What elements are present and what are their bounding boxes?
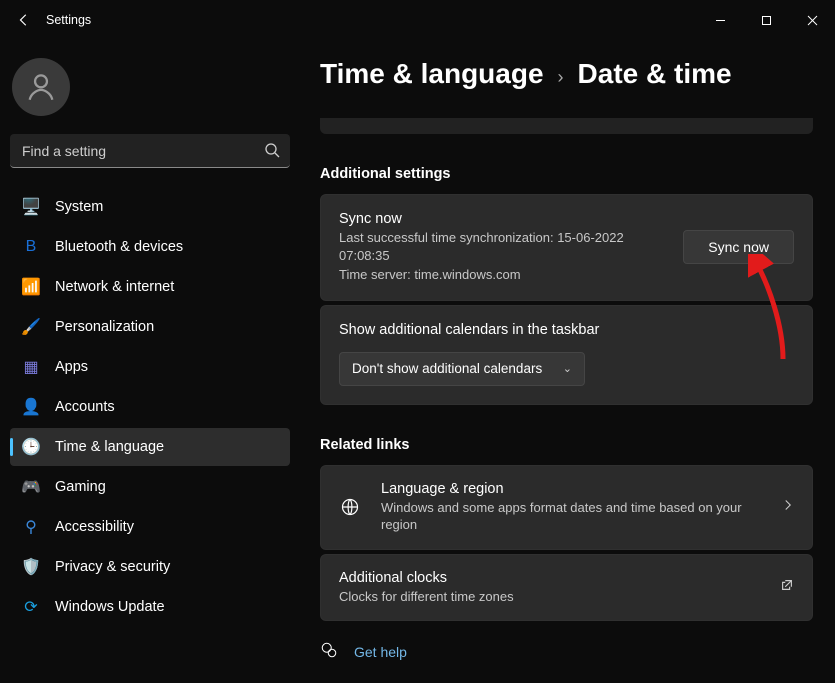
additional-clocks-title: Additional clocks xyxy=(339,570,760,586)
sidebar-item-apps[interactable]: ▦ Apps xyxy=(10,348,290,386)
main-content: Time & language › Date & time Additional… xyxy=(300,40,835,683)
calendars-card: Show additional calendars in the taskbar… xyxy=(320,305,813,405)
nav-list: 🖥️ System B Bluetooth & devices 📶 Network & i… xyxy=(10,188,290,628)
accounts-icon: 👤 xyxy=(22,398,40,416)
calendars-select-value: Don't show additional calendars xyxy=(352,361,542,376)
sidebar-item-label: Accessibility xyxy=(55,519,134,535)
sidebar-item-personalization[interactable]: 🖌️ Personalization xyxy=(10,308,290,346)
sidebar-item-time-language[interactable]: 🕒 Time & language xyxy=(10,428,290,466)
chevron-right-icon xyxy=(782,498,794,516)
breadcrumb: Time & language › Date & time xyxy=(320,58,813,90)
sidebar: 🖥️ System B Bluetooth & devices 📶 Network & i… xyxy=(0,40,300,683)
globe-icon xyxy=(339,496,361,518)
search-container xyxy=(10,134,290,168)
accessibility-icon: ⚲ xyxy=(22,518,40,536)
additional-clocks-sub: Clocks for different time zones xyxy=(339,588,760,606)
system-icon: 🖥️ xyxy=(22,198,40,216)
help-icon xyxy=(320,641,338,662)
language-region-sub: Windows and some apps format dates and t… xyxy=(381,499,762,534)
back-button[interactable] xyxy=(10,6,38,34)
sidebar-item-label: Windows Update xyxy=(55,599,165,615)
privacy-security-icon: 🛡️ xyxy=(22,558,40,576)
additional-clocks-link[interactable]: Additional clocks Clocks for different t… xyxy=(320,554,813,622)
language-region-link[interactable]: Language & region Windows and some apps … xyxy=(320,465,813,550)
sidebar-item-label: Network & internet xyxy=(55,279,174,295)
sidebar-item-label: Apps xyxy=(55,359,88,375)
chevron-down-icon: ⌄ xyxy=(563,362,572,375)
get-help-link[interactable]: Get help xyxy=(320,641,813,662)
breadcrumb-parent[interactable]: Time & language xyxy=(320,58,544,90)
time-language-icon: 🕒 xyxy=(22,438,40,456)
sync-title: Sync now xyxy=(339,211,663,227)
search-input[interactable] xyxy=(10,134,290,168)
close-button[interactable] xyxy=(789,4,835,36)
language-region-title: Language & region xyxy=(381,481,762,497)
network-internet-icon: 📶 xyxy=(22,278,40,296)
breadcrumb-current: Date & time xyxy=(578,58,732,90)
open-external-icon xyxy=(780,578,794,597)
search-icon xyxy=(264,142,280,163)
sidebar-item-accounts[interactable]: 👤 Accounts xyxy=(10,388,290,426)
sidebar-item-label: Personalization xyxy=(55,319,154,335)
windows-update-icon: ⟳ xyxy=(22,598,40,616)
sidebar-item-label: Time & language xyxy=(55,439,164,455)
chevron-right-icon: › xyxy=(558,67,564,88)
get-help-label: Get help xyxy=(354,644,407,660)
sidebar-item-label: Accounts xyxy=(55,399,115,415)
previous-card-edge xyxy=(320,118,813,134)
avatar[interactable] xyxy=(12,58,70,116)
calendars-title: Show additional calendars in the taskbar xyxy=(339,322,794,338)
sidebar-item-label: Privacy & security xyxy=(55,559,170,575)
sync-now-button[interactable]: Sync now xyxy=(683,230,794,264)
sidebar-item-label: Bluetooth & devices xyxy=(55,239,183,255)
section-heading-related: Related links xyxy=(320,437,813,453)
sidebar-item-accessibility[interactable]: ⚲ Accessibility xyxy=(10,508,290,546)
sync-last: Last successful time synchronization: 15… xyxy=(339,229,663,264)
sync-server: Time server: time.windows.com xyxy=(339,266,663,284)
sidebar-item-privacy-security[interactable]: 🛡️ Privacy & security xyxy=(10,548,290,586)
sync-card: Sync now Last successful time synchroniz… xyxy=(320,194,813,301)
window-controls xyxy=(697,4,835,36)
gaming-icon: 🎮 xyxy=(22,478,40,496)
sidebar-item-system[interactable]: 🖥️ System xyxy=(10,188,290,226)
sidebar-item-network-internet[interactable]: 📶 Network & internet xyxy=(10,268,290,306)
bluetooth-devices-icon: B xyxy=(22,238,40,256)
apps-icon: ▦ xyxy=(22,358,40,376)
maximize-button[interactable] xyxy=(743,4,789,36)
section-heading-additional: Additional settings xyxy=(320,166,813,182)
personalization-icon: 🖌️ xyxy=(22,318,40,336)
sidebar-item-gaming[interactable]: 🎮 Gaming xyxy=(10,468,290,506)
titlebar: Settings xyxy=(0,0,835,40)
sidebar-item-bluetooth-devices[interactable]: B Bluetooth & devices xyxy=(10,228,290,266)
minimize-button[interactable] xyxy=(697,4,743,36)
sidebar-item-windows-update[interactable]: ⟳ Windows Update xyxy=(10,588,290,626)
window-title: Settings xyxy=(38,13,91,27)
calendars-select[interactable]: Don't show additional calendars ⌄ xyxy=(339,352,585,386)
sidebar-item-label: System xyxy=(55,199,103,215)
sidebar-item-label: Gaming xyxy=(55,479,106,495)
